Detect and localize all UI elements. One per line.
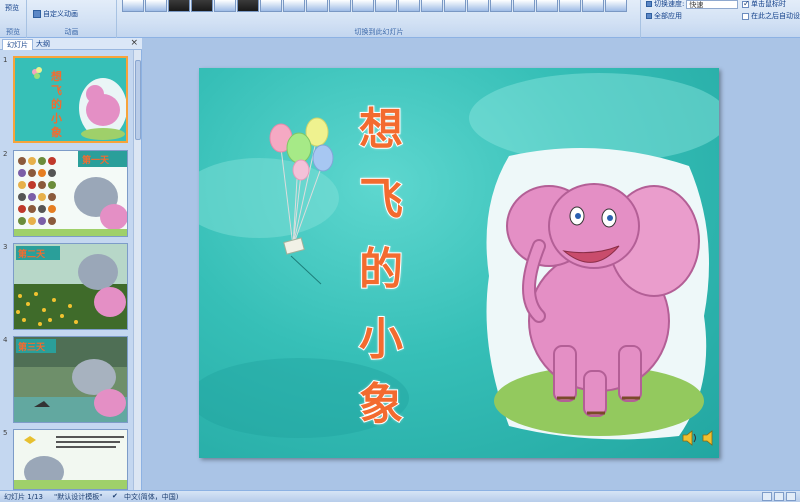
transition-effect-button[interactable] <box>559 0 581 12</box>
transition-effect-button[interactable] <box>444 0 466 12</box>
thumb-title: 第一天 <box>82 154 110 166</box>
preview-group: 预览 预览 <box>0 0 27 38</box>
slide-title-char-2[interactable]: 飞 <box>358 163 404 227</box>
balloons-illustration <box>269 117 334 285</box>
preview-group-label: 预览 <box>6 28 20 36</box>
transition-effect-button[interactable] <box>122 0 144 12</box>
slide-counter: 幻灯片 1/13 <box>4 493 43 501</box>
custom-animation-button[interactable]: 自定义动画 <box>33 9 78 19</box>
scrollbar-handle[interactable] <box>135 60 141 140</box>
transition-effect-button[interactable] <box>329 0 351 12</box>
on-click-option[interactable]: 单击鼠标时 <box>742 0 786 9</box>
slideshow-view-button[interactable] <box>786 492 796 501</box>
transition-effect-button[interactable] <box>352 0 374 12</box>
transition-group-label: 切换到此幻灯片 <box>354 28 404 36</box>
slide-canvas[interactable]: 想 飞 的 小 象 <box>199 68 719 458</box>
slide-editor: 想 飞 的 小 象 <box>143 38 800 490</box>
animation-group-label: 动画 <box>64 28 79 36</box>
tab-slides[interactable]: 幻灯片 <box>2 39 33 50</box>
close-icon[interactable]: × <box>130 38 138 48</box>
transition-effect-button[interactable] <box>214 0 236 12</box>
thumb-title-char: 想 <box>50 69 62 83</box>
thumbnail-scrollbar[interactable] <box>133 50 141 490</box>
slide-number: 3 <box>3 243 8 251</box>
apply-all-button[interactable]: 全部应用 <box>646 11 682 21</box>
auto-after-option[interactable]: 在此之后自动设 <box>742 11 800 21</box>
transition-effect-button[interactable] <box>283 0 305 12</box>
transition-effect-button[interactable] <box>398 0 420 12</box>
language-indicator: 中文(简体，中国) <box>124 493 179 501</box>
slide-number: 4 <box>3 336 8 344</box>
slide-title-char-5[interactable]: 象 <box>358 368 404 432</box>
slide-thumbnail-4[interactable]: 第三天 <box>13 336 128 423</box>
thumb-title: 第二天 <box>18 248 46 260</box>
slide-thumbnail-5[interactable] <box>13 429 128 490</box>
custom-animation-icon <box>33 10 41 18</box>
slide-thumbnail-1[interactable]: 想 飞 的 小 象 <box>13 56 128 143</box>
transition-effect-button[interactable] <box>513 0 535 12</box>
transition-effect-button[interactable] <box>260 0 282 12</box>
transition-effect-button[interactable] <box>375 0 397 12</box>
transition-effect-button[interactable] <box>582 0 604 12</box>
normal-view-button[interactable] <box>762 492 772 501</box>
slide-title-char-4[interactable]: 小 <box>358 303 404 367</box>
on-click-checkbox[interactable] <box>742 0 750 8</box>
transition-effect-button[interactable] <box>168 0 190 12</box>
thumb-title-char: 的 <box>51 97 62 111</box>
thumb-title-char: 小 <box>50 111 62 125</box>
elephant-illustration <box>486 148 709 440</box>
sorter-view-button[interactable] <box>774 492 784 501</box>
status-bar: 幻灯片 1/13 "默认设计模板" ✔ 中文(简体，中国) <box>0 490 800 502</box>
thumb-title-char: 飞 <box>51 84 62 97</box>
spellcheck-icon[interactable]: ✔ <box>112 492 118 500</box>
transition-effect-button[interactable] <box>421 0 443 12</box>
animation-group: 自定义动画 动画 <box>27 0 117 38</box>
sound-icon[interactable] <box>681 430 719 446</box>
tab-outline[interactable]: 大纲 <box>32 39 54 50</box>
slide-number: 2 <box>3 150 8 158</box>
transition-effect-button[interactable] <box>237 0 259 12</box>
thumb-title-char: 象 <box>51 125 62 139</box>
transition-options-group: 切换速度: 快速 全部应用 单击鼠标时 在此之后自动设 <box>642 0 800 38</box>
slide-number: 5 <box>3 429 8 437</box>
slide-thumbnail-2[interactable]: 第一天 <box>13 150 128 237</box>
speed-select[interactable]: 快速 <box>686 0 739 9</box>
slide-title-char-3[interactable]: 的 <box>358 233 404 297</box>
transition-effect-button[interactable] <box>490 0 512 12</box>
auto-after-checkbox[interactable] <box>742 12 749 20</box>
transition-effect-button[interactable] <box>536 0 558 12</box>
slide-thumbnail-3[interactable]: 第二天 <box>13 243 128 330</box>
slides-pane: 幻灯片 大纲 × 1 想 飞 的 小 象 2 第一天 3 第二天 4 第三天 5 <box>0 38 142 490</box>
speed-icon <box>646 1 652 7</box>
transition-effect-button[interactable] <box>306 0 328 12</box>
transition-effect-button[interactable] <box>467 0 489 12</box>
transition-speed-control: 切换速度: 快速 <box>646 0 739 9</box>
apply-all-icon <box>646 13 652 19</box>
template-name: "默认设计模板" <box>54 493 103 501</box>
slide-title-char-1[interactable]: 想 <box>358 93 404 157</box>
ribbon: 预览 预览 自定义动画 动画 切换到此幻灯片 切换速度: 快速 全部应用 单击鼠… <box>0 0 800 38</box>
transition-effect-button[interactable] <box>191 0 213 12</box>
transition-effect-button[interactable] <box>145 0 167 12</box>
preview-button[interactable]: 预览 <box>5 3 19 13</box>
transition-group: 切换到此幻灯片 <box>118 0 641 38</box>
slide-number: 1 <box>3 56 8 64</box>
thumb-title: 第三天 <box>18 341 46 353</box>
transition-effect-button[interactable] <box>605 0 627 12</box>
pane-tabs: 幻灯片 大纲 × <box>0 38 142 50</box>
